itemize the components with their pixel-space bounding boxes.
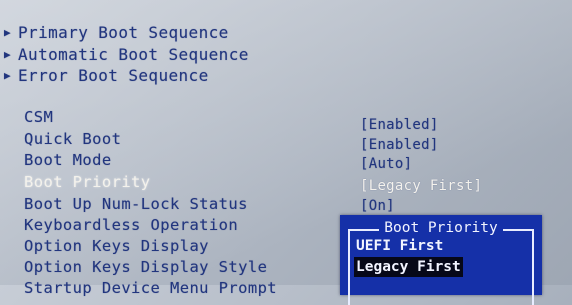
setting-option-keys-display-style[interactable]: Option Keys Display Style [24,257,267,277]
setting-csm[interactable]: CSM [24,107,53,127]
popup-title-text: Boot Priority [379,220,503,236]
menu-entry-automatic-boot-sequence[interactable]: ▶ Automatic Boot Sequence [4,44,249,64]
popup-option-legacy-first[interactable]: Legacy First [354,257,463,277]
setting-quick-boot[interactable]: Quick Boot [24,129,121,149]
setting-startup-device-menu-prompt[interactable]: Startup Device Menu Prompt [24,278,277,298]
bios-setup-screen: ▶ Primary Boot Sequence ▶ Automatic Boot… [0,0,572,305]
menu-entry-primary-boot-sequence[interactable]: ▶ Primary Boot Sequence [4,22,229,42]
setting-boot-mode-value[interactable]: [Auto] [360,154,412,174]
setting-boot-priority-value[interactable]: [Legacy First] [360,176,482,196]
popup-title: Boot Priority [340,217,542,236]
menu-entry-label: Automatic Boot Sequence [18,44,249,64]
menu-entry-label: Primary Boot Sequence [18,22,229,42]
setting-quick-boot-value[interactable]: [Enabled] [360,135,439,155]
triangle-right-icon: ▶ [4,47,12,61]
triangle-right-icon: ▶ [4,25,12,39]
popup-option-uefi-first[interactable]: UEFI First [354,236,445,256]
setting-option-keys-display[interactable]: Option Keys Display [24,236,209,256]
setting-boot-up-num-lock-value[interactable]: [On] [360,196,395,216]
menu-entry-error-boot-sequence[interactable]: ▶ Error Boot Sequence [4,65,209,85]
triangle-right-icon: ▶ [4,68,12,82]
setting-csm-value[interactable]: [Enabled] [360,115,439,135]
setting-boot-mode[interactable]: Boot Mode [24,150,112,170]
setting-boot-up-num-lock[interactable]: Boot Up Num-Lock Status [24,194,248,214]
setting-boot-priority[interactable]: Boot Priority [24,172,151,192]
setting-keyboardless-operation[interactable]: Keyboardless Operation [24,215,238,235]
menu-entry-label: Error Boot Sequence [18,65,209,85]
boot-priority-popup: Boot Priority UEFI First Legacy First [340,215,542,305]
